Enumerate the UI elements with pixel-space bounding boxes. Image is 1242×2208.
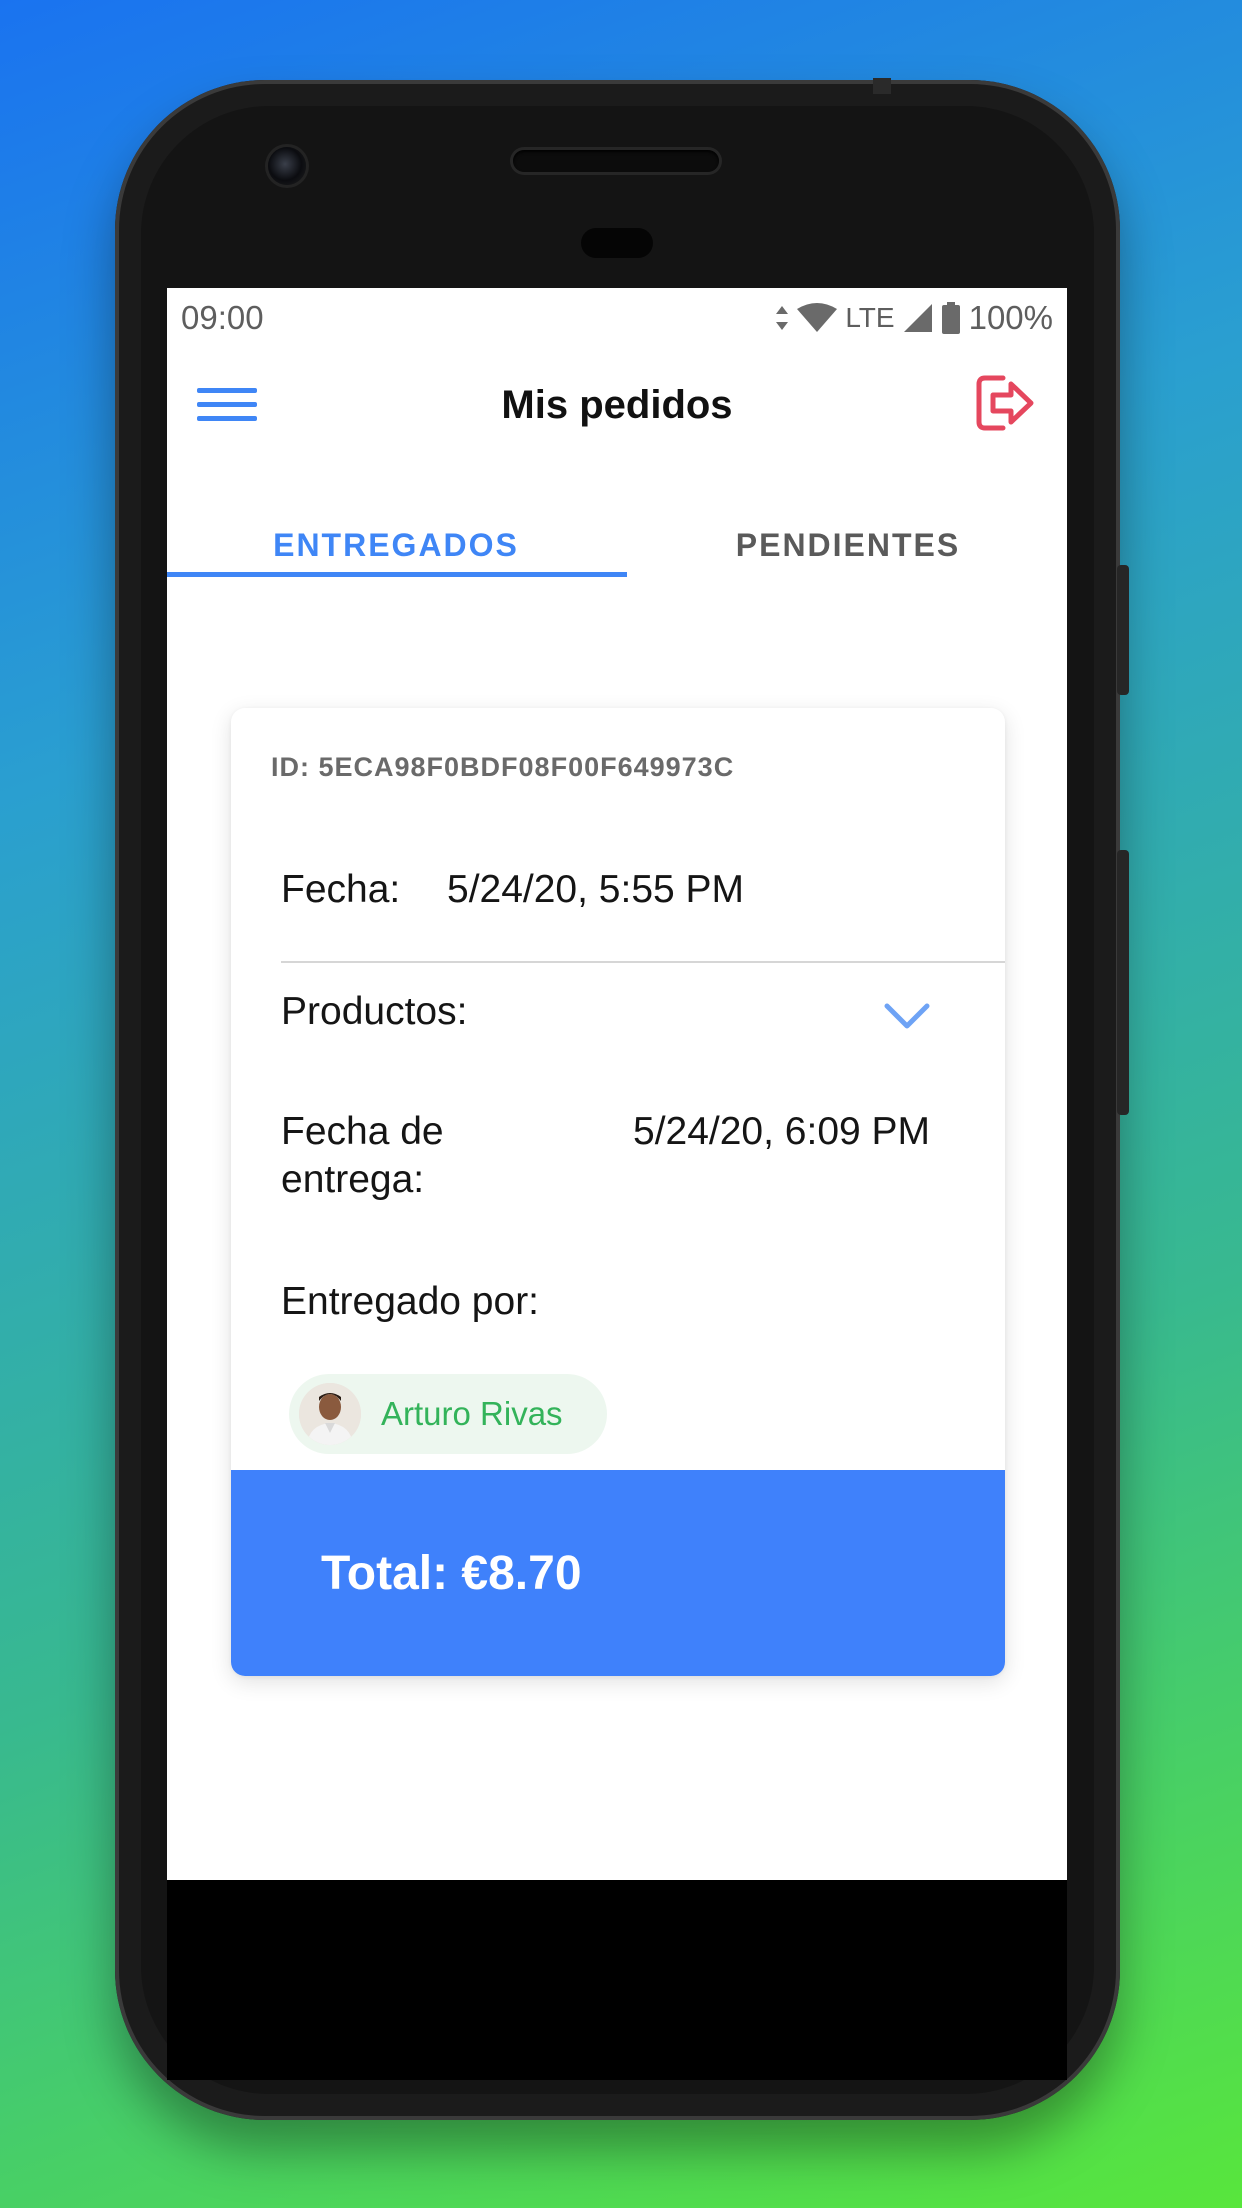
fecha-value: 5/24/20, 5:55 PM: [447, 868, 745, 911]
data-arrows-icon: [775, 304, 789, 332]
front-camera: [268, 147, 306, 185]
fecha-label: Fecha:: [281, 868, 401, 911]
status-bar: 09:00 LTE 100%: [167, 288, 1067, 348]
phone-antenna-line: [873, 78, 891, 94]
volume-button: [1117, 850, 1129, 1115]
page-title: Mis pedidos: [501, 383, 733, 427]
logout-button[interactable]: [973, 372, 1037, 434]
total-bar: Total: €8.70: [231, 1470, 1005, 1676]
wifi-icon: [797, 303, 838, 333]
courier-chip[interactable]: Arturo Rivas: [289, 1374, 607, 1454]
divider: [281, 961, 1005, 963]
network-type-label: LTE: [845, 302, 895, 333]
courier-name: Arturo Rivas: [381, 1395, 563, 1432]
order-id: ID: 5ECA98F0BDF08F00F649973C: [271, 752, 735, 782]
fecha-entrega-label: Fecha de entrega:: [281, 1110, 444, 1201]
productos-label: Productos:: [281, 990, 468, 1033]
status-icons: LTE 100%: [775, 299, 1053, 337]
battery-icon: [941, 302, 961, 334]
tab-bar: ENTREGADOS PENDIENTES: [167, 470, 1067, 578]
battery-percent: 100%: [968, 299, 1053, 336]
tab-indicator: [167, 572, 627, 577]
chevron-down-icon: [884, 1003, 930, 1029]
logout-icon: [976, 375, 1034, 431]
earpiece-speaker: [513, 150, 719, 172]
avatar: [299, 1383, 361, 1445]
proximity-sensor: [581, 228, 653, 258]
app-bar: Mis pedidos: [167, 350, 1067, 460]
app-screen: 09:00 LTE 100% Mis pedidos ENTREGADOS PE…: [167, 288, 1067, 1880]
power-button: [1117, 565, 1129, 695]
expand-products-button[interactable]: [881, 998, 933, 1034]
status-time: 09:00: [181, 299, 264, 336]
tab-pendientes[interactable]: PENDIENTES: [619, 470, 1067, 578]
entregado-por-label: Entregado por:: [281, 1280, 540, 1323]
tab-entregados[interactable]: ENTREGADOS: [167, 470, 625, 578]
navigation-area: [167, 1880, 1067, 2080]
order-total: Total: €8.70: [321, 1547, 582, 1600]
order-card: ID: 5ECA98F0BDF08F00F649973C Fecha: 5/24…: [231, 708, 1005, 1676]
signal-icon: [903, 303, 933, 333]
fecha-entrega-value: 5/24/20, 6:09 PM: [633, 1110, 931, 1153]
